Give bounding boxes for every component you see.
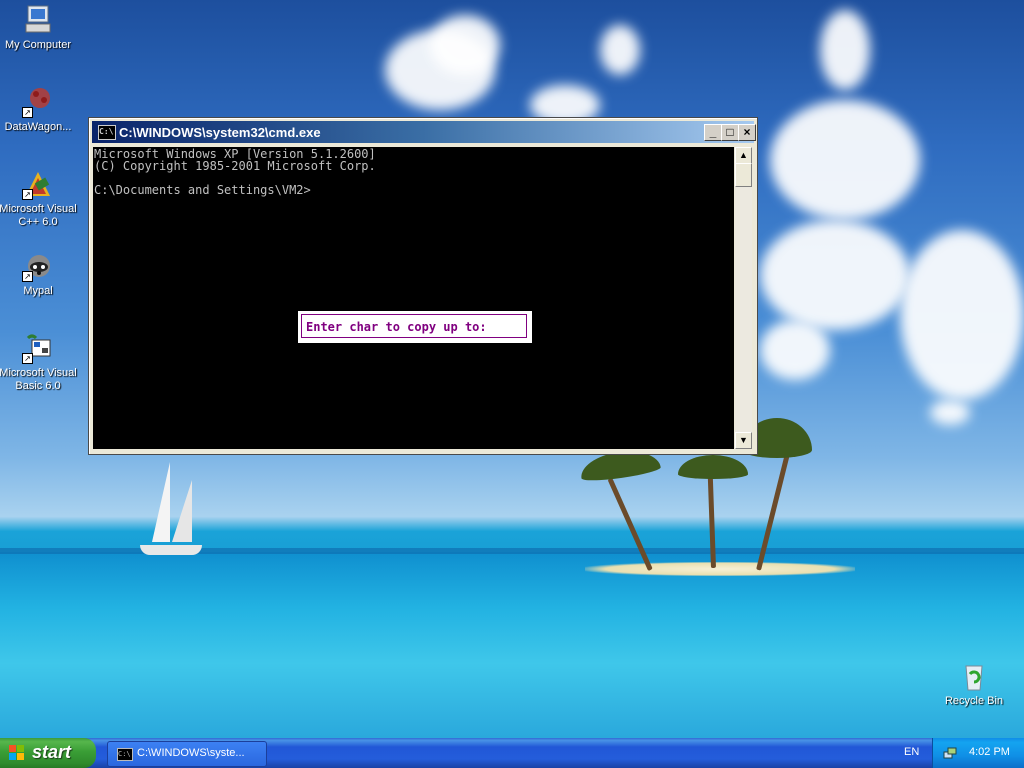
desktop-icon-datawagon[interactable]: ↗ DataWagon... (0, 86, 78, 134)
start-label: start (32, 742, 72, 762)
cloud (760, 220, 910, 330)
cloud (900, 230, 1024, 400)
start-button[interactable]: start (0, 738, 96, 768)
mypal-icon: ↗ (22, 250, 54, 282)
shortcut-arrow-icon: ↗ (22, 107, 33, 118)
my-computer-icon (22, 4, 54, 36)
vertical-scrollbar[interactable]: ▲ ▼ (735, 147, 752, 449)
recycle-bin-icon (958, 660, 990, 692)
minimize-button[interactable]: _ (704, 124, 722, 141)
visual-cpp-icon: ↗ (22, 168, 54, 200)
scroll-down-button[interactable]: ▼ (735, 432, 752, 449)
scroll-thumb[interactable] (735, 163, 752, 187)
cloud (600, 25, 640, 75)
close-button[interactable]: × (738, 124, 756, 141)
taskbar-button-cmd[interactable]: C:\ C:\WINDOWS\syste... (107, 741, 267, 767)
console-line: (C) Copyright 1985-2001 Microsoft Corp. (94, 159, 376, 173)
sea (0, 552, 1024, 738)
desktop-icon-my-computer[interactable]: My Computer (0, 4, 78, 52)
cloud (820, 10, 870, 90)
cloud (930, 400, 970, 425)
desktop-icon-label: Microsoft Visual Basic 6.0 (0, 367, 77, 392)
maximize-button[interactable]: □ (721, 124, 739, 141)
language-indicator[interactable]: EN (904, 746, 919, 758)
desktop-icon-label: Microsoft Visual C++ 6.0 (0, 203, 77, 228)
desktop-icon-label: Mypal (23, 285, 53, 297)
copy-prompt-text: Enter char to copy up to: (301, 314, 527, 338)
desktop-icon-label: DataWagon... (4, 121, 72, 133)
scroll-up-button[interactable]: ▲ (735, 147, 752, 164)
datawagon-icon: ↗ (22, 86, 54, 118)
console-output[interactable]: Microsoft Windows XP [Version 5.1.2600] … (93, 147, 734, 449)
shortcut-arrow-icon: ↗ (22, 271, 33, 282)
visual-basic-icon: ↗ (22, 332, 54, 364)
clock[interactable]: 4:02 PM (969, 746, 1010, 758)
desktop-icon-visual-cpp[interactable]: ↗ Microsoft Visual C++ 6.0 (0, 168, 78, 229)
console-line: C:\Documents and Settings\VM2> (94, 183, 311, 197)
cmd-window[interactable]: C:\ C:\WINDOWS\system32\cmd.exe _ □ × Mi… (88, 117, 758, 455)
cmd-icon: C:\ (98, 125, 116, 140)
taskbar: start C:\ C:\WINDOWS\syste... EN 4:02 PM (0, 738, 1024, 768)
copy-prompt-box[interactable]: Enter char to copy up to: (298, 311, 532, 343)
cloud (430, 15, 500, 75)
island (585, 562, 855, 576)
cloud (770, 100, 920, 220)
system-tray: 4:02 PM (932, 738, 1024, 768)
desktop-icon-visual-basic[interactable]: ↗ Microsoft Visual Basic 6.0 (0, 332, 78, 393)
desktop-icon-label: Recycle Bin (944, 695, 1004, 707)
shortcut-arrow-icon: ↗ (22, 353, 33, 364)
title-bar[interactable]: C:\ C:\WINDOWS\system32\cmd.exe _ □ × (92, 121, 756, 143)
window-title: C:\WINDOWS\system32\cmd.exe (119, 125, 321, 140)
shortcut-arrow-icon: ↗ (22, 189, 33, 200)
desktop-icon-mypal[interactable]: ↗ Mypal (0, 250, 78, 298)
network-icon[interactable] (943, 746, 957, 760)
cmd-icon: C:\ (117, 748, 133, 761)
windows-flag-icon (9, 745, 25, 761)
desktop-icon-label: My Computer (4, 39, 72, 51)
cloud (760, 320, 830, 380)
taskbar-button-label: C:\WINDOWS\syste... (137, 747, 245, 759)
desktop-icon-recycle-bin[interactable]: Recycle Bin (934, 660, 1014, 708)
